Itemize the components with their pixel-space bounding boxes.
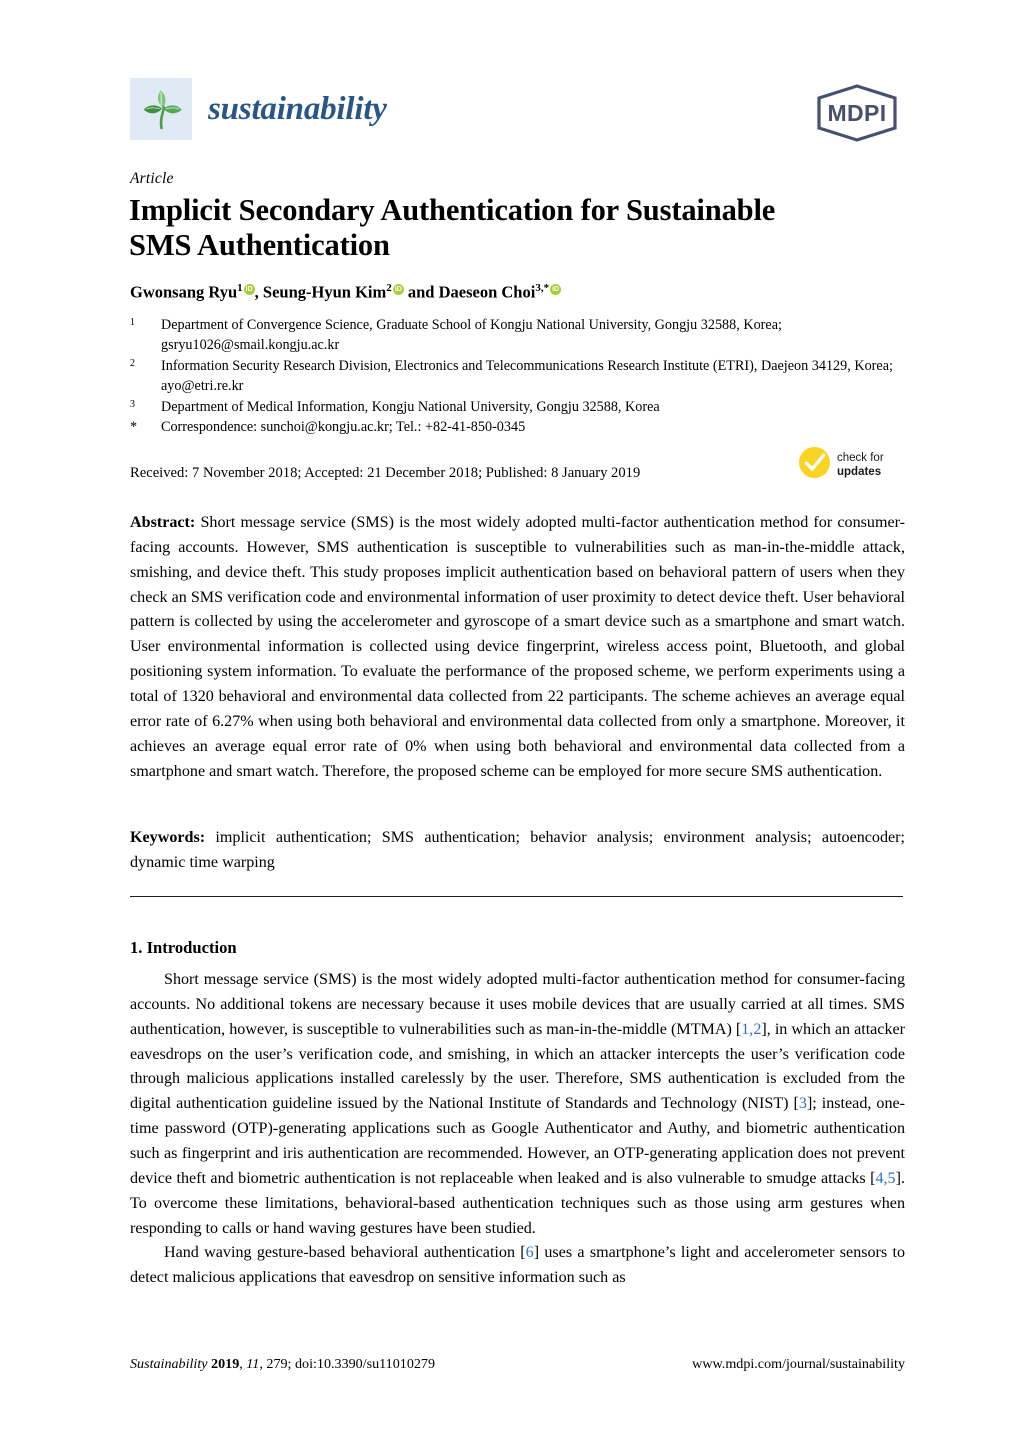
affiliation-row: 1 Department of Convergence Science, Gra… <box>130 315 908 356</box>
citation-link[interactable]: 6 <box>526 1244 534 1261</box>
author-affil-marker-2: 2 <box>386 282 392 294</box>
affiliation-marker: * <box>130 419 138 436</box>
affiliation-marker: 3 <box>130 398 135 410</box>
abstract-text: Short message service (SMS) is the most … <box>130 514 905 780</box>
crossmark-line-2: updates <box>837 466 882 478</box>
affiliation-text: Information Security Research Division, … <box>161 357 893 395</box>
abstract-label: Abstract: <box>130 514 196 531</box>
author-name-2: Seung-Hyun Kim <box>262 282 387 302</box>
page-title: Implicit Secondary Authentication for Su… <box>129 193 919 264</box>
keywords-block: Keywords: implicit authentication; SMS a… <box>130 826 905 876</box>
page-footer: Sustainability 2019, 11, 279; doi:10.339… <box>130 1356 905 1373</box>
author-affil-marker-3: 3,* <box>535 282 550 294</box>
svg-text:MDPI: MDPI <box>827 100 886 126</box>
affiliation-text: Correspondence: sunchoi@kongju.ac.kr; Te… <box>161 419 526 436</box>
orcid-icon[interactable] <box>243 283 255 295</box>
paragraph-text: Hand waving gesture-based behavioral aut… <box>164 1244 526 1262</box>
author-conjunction: and <box>407 282 435 302</box>
check-for-updates-badge[interactable]: check for updates <box>798 446 884 484</box>
affiliation-marker: 1 <box>130 317 135 328</box>
keywords-text: implicit authentication; SMS authenticat… <box>130 829 905 871</box>
publication-dates: Received: 7 November 2018; Accepted: 21 … <box>130 465 641 481</box>
check-for-updates-label: check for updates <box>837 451 884 480</box>
paper-page: sustainability MDPI Article Implicit Sec… <box>0 0 1020 1442</box>
affiliation-text: Department of Convergence Science, Gradu… <box>161 317 782 354</box>
masthead: sustainability MDPI <box>130 78 903 156</box>
citation-link[interactable]: 1,2 <box>741 1021 761 1038</box>
affiliation-text: Department of Medical Information, Kongj… <box>161 398 660 415</box>
orcid-icon[interactable] <box>392 283 404 295</box>
affiliation-row: * Correspondence: sunchoi@kongju.ac.kr; … <box>130 417 908 437</box>
affiliation-row: 3 Department of Medical Information, Kon… <box>130 397 908 417</box>
footer-year: 2019 <box>211 1356 240 1372</box>
footer-article-number: 279 <box>266 1356 288 1372</box>
title-line-2: SMS Authentication <box>129 228 390 263</box>
article-type-label: Article <box>130 170 174 187</box>
title-line-1: Implicit Secondary Authentication for Su… <box>129 193 776 227</box>
citation-link[interactable]: 3 <box>799 1095 807 1112</box>
citation-link[interactable]: 4,5 <box>875 1170 895 1187</box>
check-circle-icon <box>798 446 831 484</box>
journal-title: sustainability <box>208 90 387 127</box>
paragraph: Hand waving gesture-based behavioral aut… <box>130 1241 905 1291</box>
author-name-3: Daeseon Choi <box>438 282 536 302</box>
orcid-icon[interactable] <box>550 283 562 295</box>
author-name-1: Gwonsang Ryu <box>130 282 238 302</box>
author-list: Gwonsang Ryu1, Seung-Hyun Kim2 and Daese… <box>130 282 920 302</box>
crossmark-line-1: check for <box>837 451 884 464</box>
journal-brand[interactable]: sustainability <box>130 78 387 140</box>
footer-citation: Sustainability 2019, 11, 279; doi:10.339… <box>130 1356 436 1372</box>
affiliation-list: 1 Department of Convergence Science, Gra… <box>130 315 908 438</box>
section-heading-introduction: 1. Introduction <box>130 938 237 957</box>
author-affil-marker-1: 1 <box>237 282 243 294</box>
plant-leaves-icon <box>130 78 192 140</box>
section-divider <box>130 896 903 897</box>
affiliation-row: 2 Information Security Research Division… <box>130 356 908 397</box>
footer-journal-url[interactable]: www.mdpi.com/journal/sustainability <box>692 1356 905 1373</box>
author-separator-1: , <box>254 282 263 302</box>
footer-volume: 11 <box>246 1356 260 1372</box>
introduction-body: Short message service (SMS) is the most … <box>130 968 905 1291</box>
footer-doi: doi:10.3390/su11010279 <box>294 1356 436 1372</box>
keywords-label: Keywords: <box>130 829 206 846</box>
affiliation-marker: 2 <box>130 357 135 369</box>
mdpi-hexagon-logo[interactable]: MDPI <box>811 84 903 142</box>
footer-journal-name: Sustainability <box>130 1356 208 1372</box>
abstract-block: Abstract: Short message service (SMS) is… <box>130 511 905 784</box>
paragraph: Short message service (SMS) is the most … <box>130 968 905 1241</box>
